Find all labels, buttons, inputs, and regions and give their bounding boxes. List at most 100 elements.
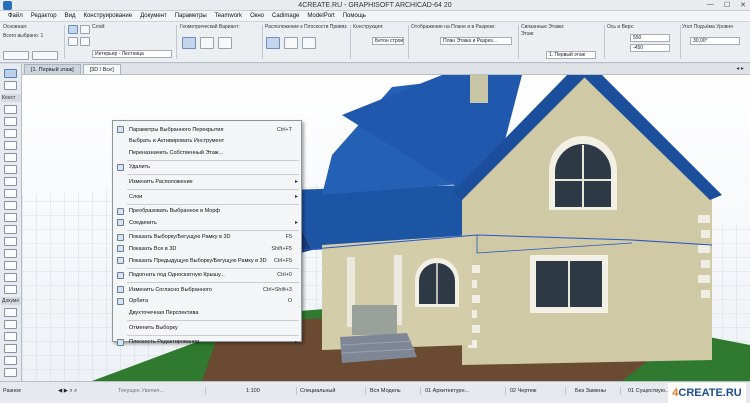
menu-options[interactable]: Параметры — [171, 13, 211, 19]
context-menu-item[interactable]: Выбрать и Активировать Инструмент — [113, 136, 301, 147]
level-dimension-tool-icon[interactable] — [4, 320, 17, 329]
railing-tool-icon[interactable] — [4, 225, 17, 234]
roof-tool-icon[interactable] — [4, 189, 17, 198]
context-menu-item[interactable]: Отменить Выборку — [113, 322, 301, 333]
context-menu-item[interactable]: Параметры Выбранного Перекрытия Ctrl+T — [113, 124, 301, 135]
menu-item-icon — [117, 126, 124, 133]
angle-input[interactable]: 30,00° — [690, 37, 740, 45]
marquee-tool-icon[interactable] — [4, 81, 17, 90]
menu-bar: Файл Редактор Вид Конструирование Докуме… — [0, 11, 750, 22]
dimension-tool-icon[interactable] — [4, 308, 17, 317]
selection-mode-button[interactable] — [68, 25, 78, 34]
menu-cadimage[interactable]: Cadimage — [268, 13, 303, 19]
thickness-bottom-input[interactable]: -450 — [630, 44, 670, 52]
dimension-select[interactable]: 02 Чертеж — [510, 388, 536, 394]
context-menu-item[interactable]: Плоскость Редактирования ▸ — [113, 337, 301, 348]
wall-tool-icon[interactable] — [4, 105, 17, 114]
menu-modelport[interactable]: ModelPort — [303, 13, 338, 19]
stair-tool-icon[interactable] — [4, 213, 17, 222]
context-menu-item[interactable]: Изменить Расположение ▸ — [113, 176, 301, 187]
display-select[interactable]: План Этажа и Разрез... — [440, 37, 512, 45]
context-menu-item[interactable]: Орбита O — [113, 296, 301, 307]
context-menu-item-label: Параметры Выбранного Перекрытия — [129, 126, 224, 133]
context-menu-item[interactable]: Слои ▸ — [113, 191, 301, 202]
tab-3d[interactable]: [3D / Все] — [82, 64, 121, 74]
4create-logo: 4 CREATE.RU — [668, 383, 746, 403]
context-menu-item[interactable]: Соединить ▸ — [113, 217, 301, 228]
context-menu-item[interactable]: Показать Все в 3D Shift+F5 — [113, 243, 301, 254]
context-menu-item[interactable]: Показать Выборку/Бегущую Рамку в 3D F5 — [113, 232, 301, 243]
geometry-flat-button[interactable] — [182, 37, 196, 49]
shell-tool-icon[interactable] — [4, 201, 17, 210]
context-menu-item[interactable]: Удалить — [113, 162, 301, 173]
linked-floors-label: Связанные Этажи: — [521, 24, 565, 30]
text-tool-icon[interactable] — [4, 332, 17, 341]
context-menu-separator — [127, 229, 299, 231]
tab-floor-plan[interactable]: [1. Первый этаж] — [24, 64, 81, 74]
beam-tool-icon[interactable] — [4, 165, 17, 174]
layer-button[interactable] — [80, 37, 90, 46]
pen-set-select[interactable]: 01 Архитектурн... — [425, 388, 469, 394]
label-tool-icon[interactable] — [4, 344, 17, 353]
menu-teamwork[interactable]: Teamwork — [211, 13, 246, 19]
arrow-tool-icon[interactable] — [4, 69, 17, 78]
override-select[interactable]: Без Замены — [575, 388, 606, 394]
door-tool-icon[interactable] — [4, 117, 17, 126]
context-menu-item[interactable]: Преобразовать Выбранное в Морф — [113, 206, 301, 217]
geometry-slope-button[interactable] — [200, 37, 214, 49]
menu-window[interactable]: Окно — [246, 13, 268, 19]
layer-combination-select[interactable]: Специальный — [300, 388, 335, 394]
menu-design[interactable]: Конструирование — [79, 13, 136, 19]
tab-scroll-arrows-icon[interactable]: ◂ ▸ — [736, 64, 750, 74]
thickness-top-input[interactable]: 550 — [630, 34, 670, 42]
menu-view[interactable]: Вид — [61, 13, 80, 19]
context-menu-item[interactable]: Подогнать под Односкатную Крышу... Ctrl+0 — [113, 270, 301, 281]
menu-document[interactable]: Документ — [136, 13, 171, 19]
geometry-complex-button[interactable] — [218, 37, 232, 49]
marquee-button[interactable] — [80, 25, 90, 34]
slab-tool-icon[interactable] — [4, 177, 17, 186]
menu-edit[interactable]: Редактор — [27, 13, 61, 19]
toolbox-section-document[interactable]: Докуме — [1, 297, 21, 305]
scale-select[interactable]: 1:100 — [246, 388, 260, 394]
object-tool-icon[interactable] — [4, 141, 17, 150]
ref-plane-top-button[interactable] — [266, 37, 280, 49]
close-button[interactable]: ✕ — [740, 1, 746, 9]
minimize-button[interactable]: — — [707, 1, 714, 9]
pen-button[interactable] — [68, 37, 78, 46]
context-menu-item[interactable]: Изменить Согласно Выбранного Ctrl+Shift+3 — [113, 284, 301, 295]
zoom-field[interactable]: Текущее Увелич... — [118, 388, 164, 394]
favorites-button[interactable] — [32, 51, 58, 60]
renovation-select[interactable]: 01 Существую... — [628, 388, 669, 394]
maximize-button[interactable]: ☐ — [724, 1, 730, 9]
submenu-arrow-icon: ▸ — [294, 220, 298, 227]
context-menu-item[interactable]: Показать Предыдущую Выборку/Бегущую Рамк… — [113, 255, 301, 266]
element-settings-button[interactable] — [3, 51, 29, 60]
layer-select[interactable]: Интерьер - Лестница — [92, 50, 172, 58]
context-menu-separator — [127, 282, 299, 284]
curtain-wall-tool-icon[interactable] — [4, 237, 17, 246]
floor-select[interactable]: 1. Первый этаж — [546, 51, 596, 59]
window-tool-icon[interactable] — [4, 129, 17, 138]
model-view-select[interactable]: Вся Модель — [370, 388, 401, 394]
fill-tool-icon[interactable] — [4, 356, 17, 365]
ref-plane-bottom-button[interactable] — [302, 37, 316, 49]
skylight-tool-icon[interactable] — [4, 285, 17, 294]
construction-select[interactable]: Бетон строите... — [372, 37, 404, 45]
line-tool-icon[interactable] — [4, 368, 17, 377]
menu-help[interactable]: Помощь — [339, 13, 370, 19]
zoom-icons[interactable]: ◀ ▶ ⌕ ⌕ — [58, 388, 77, 395]
context-menu-item[interactable]: Двухточечная Перспектива — [113, 307, 301, 318]
morph-tool-icon[interactable] — [4, 273, 17, 282]
ref-plane-core-button[interactable] — [284, 37, 298, 49]
column-tool-icon[interactable] — [4, 153, 17, 162]
context-menu-shortcut: Ctrl+T — [276, 126, 292, 133]
context-menu-item[interactable]: Переназначить Собственный Этаж... — [113, 147, 301, 158]
menu-file[interactable]: Файл — [4, 13, 27, 19]
context-menu-item-label: Удалить — [129, 164, 150, 171]
zone-tool-icon[interactable] — [4, 261, 17, 270]
toolbox-section-design[interactable]: Конст — [1, 94, 21, 102]
mesh-tool-icon[interactable] — [4, 249, 17, 258]
status-section-misc[interactable]: Разное — [3, 388, 21, 394]
selected-count: Всего выбрано: 1 — [3, 33, 44, 39]
